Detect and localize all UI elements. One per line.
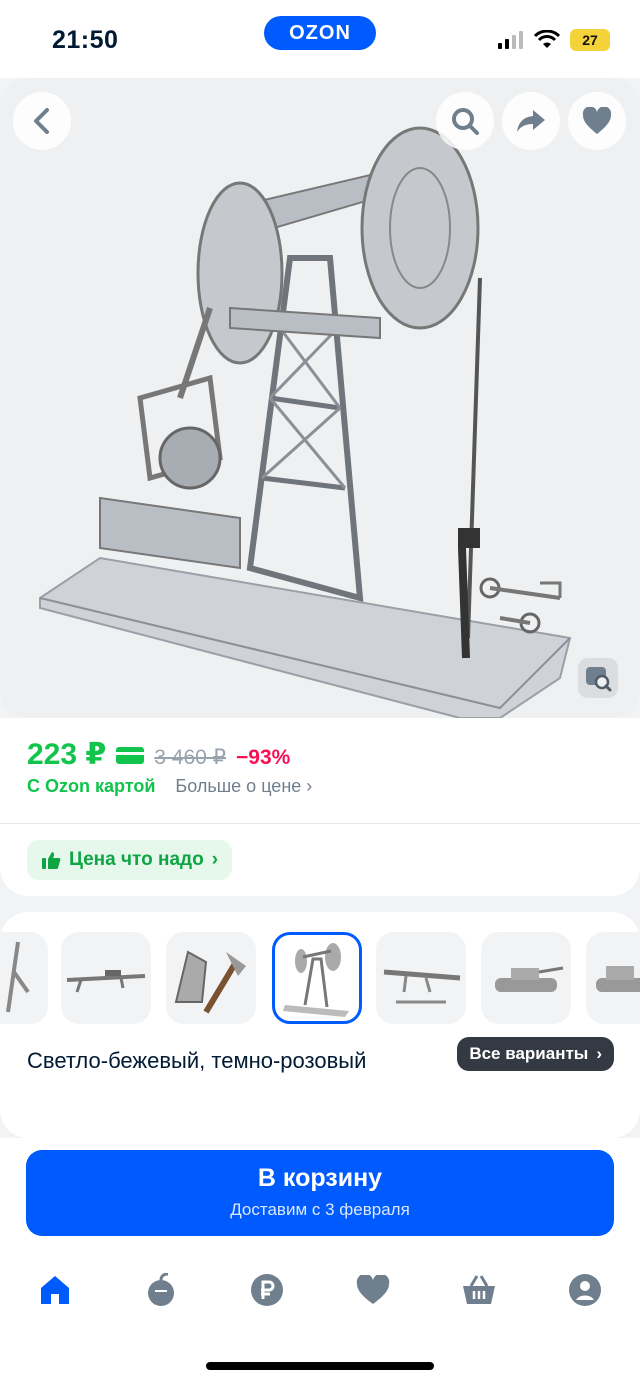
home-indicator: [206, 1362, 434, 1370]
tab-cart[interactable]: [455, 1266, 503, 1314]
variant-thumb-oil-pump[interactable]: [272, 932, 362, 1024]
divider: [0, 823, 640, 824]
tab-home[interactable]: [31, 1266, 79, 1314]
variants-card: Светло-бежевый, темно-розовый Все вариан…: [0, 912, 640, 1138]
image-search-icon: [586, 667, 612, 692]
home-icon: [41, 1276, 69, 1304]
axes-image: [174, 950, 246, 1014]
battery-level: 27: [582, 32, 598, 48]
current-price: 223 ₽: [27, 738, 107, 771]
variant-thumb-tank-2[interactable]: [586, 932, 640, 1024]
price-sub: С Ozon картой Больше о цене ›: [27, 776, 312, 797]
all-variants-label: Все варианты: [469, 1044, 589, 1063]
chevron-left-icon: [34, 108, 49, 134]
share-icon: [517, 110, 545, 132]
oil-pump-model-image: [39, 126, 572, 718]
search-button[interactable]: [436, 92, 494, 150]
search-icon: [452, 108, 479, 135]
image-search-button[interactable]: [578, 658, 618, 698]
status-time: 21:50: [52, 26, 119, 54]
cart-icon: [463, 1275, 495, 1304]
back-button[interactable]: [13, 92, 71, 150]
share-button[interactable]: [502, 92, 560, 150]
profile-icon: [569, 1274, 601, 1306]
oil-pump-image: [283, 943, 349, 1017]
chevron-right-icon: ›: [306, 776, 313, 796]
rifle-image: [383, 969, 461, 1004]
price-row[interactable]: 223 ₽ 3 460 ₽ −93%: [27, 737, 290, 772]
heart-icon: [356, 1275, 390, 1304]
discount-badge: −93%: [236, 746, 291, 769]
more-price-link[interactable]: Больше о цене ›: [175, 776, 312, 797]
status-bar: 21:50 OZON 27: [0, 0, 640, 78]
favorite-button[interactable]: [568, 92, 626, 150]
ruble-icon: [251, 1274, 283, 1306]
ozon-card-icon: [116, 746, 145, 764]
product-image-area[interactable]: [0, 78, 640, 718]
variant-color-name: Светло-бежевый, темно-розовый: [27, 1048, 367, 1073]
crane-image: [6, 941, 30, 1013]
chevron-right-icon: ›: [211, 849, 219, 870]
ozon-logo[interactable]: OZON: [264, 16, 376, 50]
variant-thumb-axes[interactable]: [166, 932, 256, 1024]
more-price-label: Больше о цене: [175, 776, 302, 796]
delivery-date-label: Доставим с 3 февраля: [230, 1200, 410, 1219]
battery-icon: 27: [570, 29, 610, 51]
bottom-tab-bar: [0, 1266, 640, 1314]
tab-fresh[interactable]: [137, 1266, 185, 1314]
good-price-tag[interactable]: Цена что надо ›: [27, 840, 233, 880]
add-to-cart-button[interactable]: В корзину Доставим с 3 февраля: [26, 1150, 614, 1236]
wifi-icon: [534, 30, 560, 48]
variant-thumb-rifle[interactable]: [376, 932, 466, 1024]
old-price: 3 460 ₽: [154, 746, 227, 769]
all-variants-button[interactable]: Все варианты ›: [457, 1037, 614, 1071]
tank-image: [495, 966, 564, 992]
heart-icon: [582, 107, 612, 134]
chevron-right-icon: ›: [596, 1044, 602, 1063]
signal-icon: [498, 31, 523, 49]
good-price-label: Цена что надо: [69, 849, 204, 870]
add-to-cart-label: В корзину: [257, 1164, 383, 1192]
variant-thumb-tank[interactable]: [481, 932, 571, 1024]
sniper-rifle-image: [66, 970, 146, 993]
thumbs-up-icon: [42, 852, 61, 869]
tank-2-image: [596, 966, 640, 992]
variant-thumb-sniper-rifle[interactable]: [61, 932, 151, 1024]
variant-thumb-crane[interactable]: [0, 932, 48, 1024]
fresh-icon: [148, 1273, 174, 1306]
tab-finance[interactable]: [243, 1266, 291, 1314]
tab-favorites[interactable]: [349, 1266, 397, 1314]
tab-profile[interactable]: [561, 1266, 609, 1314]
ozon-card-label: С Ozon картой: [27, 776, 156, 796]
status-icons: 27: [498, 28, 610, 52]
product-image[interactable]: [0, 78, 640, 718]
